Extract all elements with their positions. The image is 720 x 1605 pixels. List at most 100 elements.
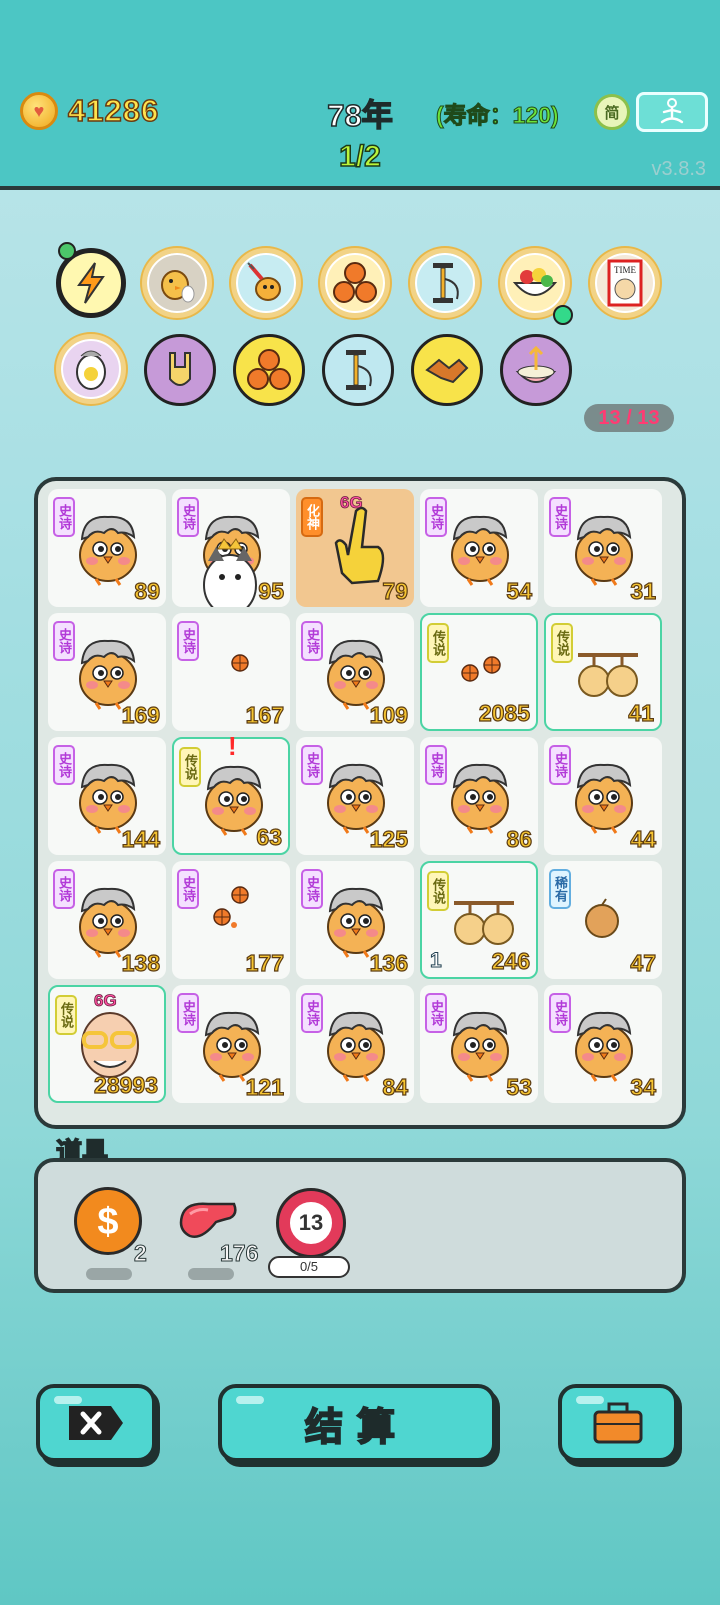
pump-icon[interactable]: [322, 334, 394, 406]
cell-value: 246: [491, 947, 531, 974]
cell-value: 177: [245, 949, 285, 976]
alert-icon: !: [228, 731, 237, 761]
button-highlight: [54, 1396, 82, 1404]
bag-button[interactable]: [558, 1384, 678, 1462]
time-magazine-icon[interactable]: TIME: [590, 248, 660, 318]
egg-head-icon[interactable]: [56, 334, 126, 404]
meditate-icon: [660, 98, 684, 124]
board-cell[interactable]: 史诗 136: [296, 861, 414, 979]
top-bar: ♥ 41286 78年 (寿命：120) 1/2 简 v3.8.3: [0, 0, 720, 190]
settle-button[interactable]: 结算: [218, 1384, 496, 1462]
cell-value: 109: [369, 701, 409, 728]
simplified-chinese-icon[interactable]: 简: [594, 94, 630, 130]
pin-icon: [58, 242, 76, 260]
item-shadow: [188, 1268, 234, 1280]
cell-value: 41: [628, 699, 655, 726]
exit-button[interactable]: [36, 1384, 156, 1462]
version-label: v3.8.3: [651, 158, 706, 180]
board-cell[interactable]: 传说 41: [544, 613, 662, 731]
board-cell[interactable]: 史诗 109: [296, 613, 414, 731]
briefcase-icon: [593, 1402, 643, 1444]
buff-count-badge: 13 / 13: [584, 404, 674, 432]
cell-value: 86: [506, 825, 533, 852]
board-cell[interactable]: 史诗 95: [172, 489, 290, 607]
board-cell[interactable]: 史诗 54: [420, 489, 538, 607]
cell-value: 125: [369, 825, 409, 852]
lifespan-label: (寿命：120): [436, 102, 560, 129]
cell-value: 34: [630, 1073, 657, 1100]
cell-value: 144: [121, 825, 161, 852]
board-cell[interactable]: 史诗 89: [48, 489, 166, 607]
year-label: 78年: [327, 97, 394, 134]
board-cell[interactable]: 史诗 144: [48, 737, 166, 855]
board-cell[interactable]: 传说 6G 28993: [48, 985, 166, 1103]
cell-value: 89: [134, 577, 161, 604]
close-icon: [69, 1406, 123, 1440]
board-cell[interactable]: 传说! 63: [172, 731, 290, 855]
upgrade-bowl-icon[interactable]: [500, 334, 572, 406]
cell-value: 169: [121, 701, 161, 728]
cell-value: 2085: [478, 699, 530, 726]
cell-value: 47: [630, 949, 657, 976]
board-cell[interactable]: 化神 6G 79: [296, 489, 414, 607]
basketballs-icon[interactable]: [233, 334, 305, 406]
coin-value: 41286: [67, 92, 160, 129]
basketballs-icon[interactable]: [320, 248, 390, 318]
board-cell[interactable]: 传说 1 246: [420, 861, 538, 979]
coin-display: ♥ 41286: [20, 92, 159, 130]
svg-text:$: $: [97, 1201, 118, 1242]
cell-value: 95: [258, 577, 285, 604]
button-highlight: [236, 1396, 264, 1404]
syringe-chick-icon[interactable]: [231, 248, 301, 318]
chick-egg-icon[interactable]: [142, 248, 212, 318]
target-progress: 0/5: [268, 1256, 350, 1278]
cell-value: 54: [506, 577, 533, 604]
board-cell[interactable]: 稀有 47: [544, 861, 662, 979]
network-badge: 6G: [94, 991, 117, 1011]
coin-item-count: 2: [134, 1240, 148, 1267]
heart-coin-icon: ♥: [20, 92, 58, 130]
board-cell[interactable]: 史诗 121: [172, 985, 290, 1103]
round-counter: 1/2: [338, 139, 381, 174]
cell-value: 53: [506, 1073, 533, 1100]
pump-icon[interactable]: [410, 248, 480, 318]
board-cell[interactable]: 史诗 53: [420, 985, 538, 1103]
dollar-coin-icon[interactable]: $: [74, 1187, 142, 1255]
settle-label: 结算: [304, 1406, 409, 1450]
cell-value: 63: [256, 823, 283, 850]
cell-value: 79: [382, 577, 409, 604]
cell-value: 121: [245, 1073, 285, 1100]
status-dot-icon: [553, 305, 573, 325]
target-value: 13: [287, 1199, 335, 1247]
cell-value: 31: [630, 577, 657, 604]
board-cell[interactable]: 史诗 169: [48, 613, 166, 731]
cell-subcount: 1: [430, 949, 443, 973]
meditate-button[interactable]: [636, 92, 708, 132]
board-cell[interactable]: 史诗 167: [172, 613, 290, 731]
cell-value: 84: [382, 1073, 409, 1100]
board-cell[interactable]: 史诗 125: [296, 737, 414, 855]
cell-value: 28993: [93, 1071, 158, 1098]
item-shadow: [86, 1268, 132, 1280]
game-board: 史诗 89 史诗 95 化神 6G 79 史诗 54 史诗 31 史诗 169 史诗 167 史诗 109 传说 2…: [34, 477, 686, 1129]
cell-value: 167: [245, 701, 285, 728]
rock-hand-icon[interactable]: [144, 334, 216, 406]
board-cell[interactable]: 史诗 86: [420, 737, 538, 855]
board-cell[interactable]: 史诗 177: [172, 861, 290, 979]
board-cell[interactable]: 史诗 31: [544, 489, 662, 607]
cell-value: 138: [121, 949, 161, 976]
svg-text:TIME: TIME: [614, 265, 636, 275]
liver-item-count: 176: [219, 1240, 259, 1267]
cell-value: 44: [630, 825, 657, 852]
board-cell[interactable]: 传说 2085: [420, 613, 538, 731]
board-cell[interactable]: 史诗 44: [544, 737, 662, 855]
liver-icon[interactable]: [178, 1200, 240, 1244]
handshake-icon[interactable]: [411, 334, 483, 406]
target-icon[interactable]: 13: [276, 1188, 346, 1258]
network-badge: 6G: [340, 493, 363, 513]
board-cell[interactable]: 史诗 138: [48, 861, 166, 979]
cell-value: 136: [369, 949, 409, 976]
board-cell[interactable]: 史诗 84: [296, 985, 414, 1103]
button-highlight: [576, 1396, 604, 1404]
board-cell[interactable]: 史诗 34: [544, 985, 662, 1103]
